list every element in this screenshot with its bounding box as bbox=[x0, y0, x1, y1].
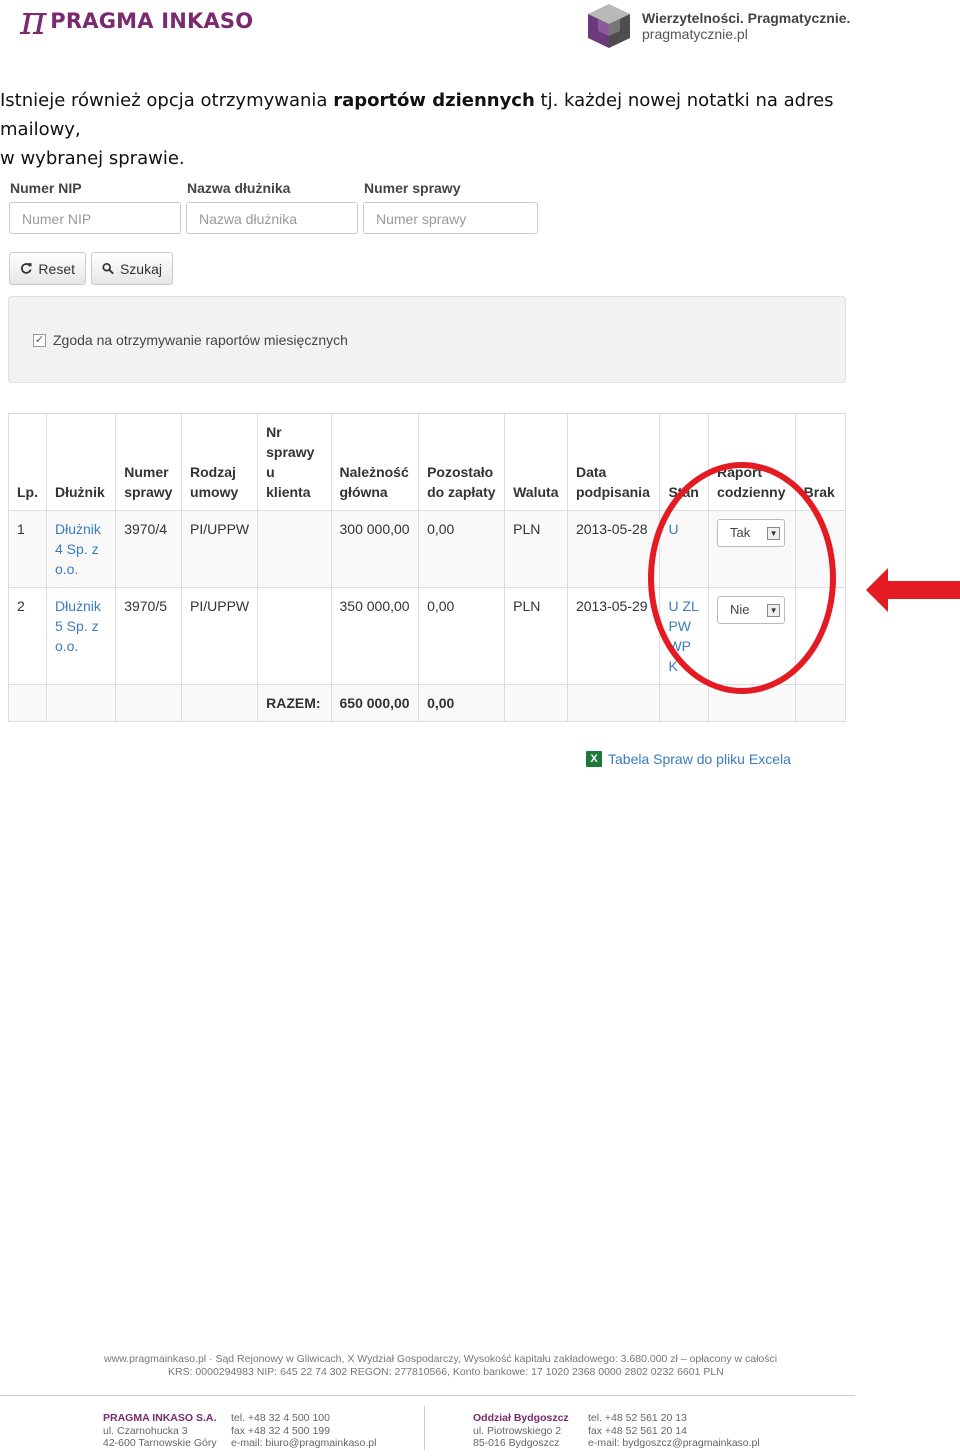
cell-contract-type: PI/UPPW bbox=[181, 587, 259, 685]
col-debtor[interactable]: Dłużnik bbox=[45, 413, 117, 511]
hq-name: PRAGMA INKASO S.A. bbox=[103, 1412, 217, 1424]
debtor-label: Nazwa dłużnika bbox=[187, 180, 291, 196]
pragmatycznie-logo: Wierzytelności. Pragmatycznie. pragmatyc… bbox=[584, 2, 864, 50]
debtor-link[interactable]: Dłużnik 4 Sp. z o.o. bbox=[55, 521, 101, 577]
footer-branch-address: Oddział Bydgoszcz ul. Piotrowskiego 2 85… bbox=[473, 1412, 569, 1450]
branch-email: e-mail: bydgoszcz@pragmainkaso.pl bbox=[588, 1437, 760, 1449]
arrow-left-icon bbox=[866, 568, 960, 612]
pi-logo-icon: π bbox=[20, 0, 47, 44]
cell-signed-date: 2013-05-29 bbox=[566, 587, 661, 685]
cell-client-case-number bbox=[257, 587, 332, 685]
report-settings-panel: ✓ Zgoda na otrzymywanie raportów miesięc… bbox=[8, 296, 846, 383]
monthly-report-label: Zgoda na otrzymywanie raportów miesięczn… bbox=[53, 332, 348, 348]
intro-text-bold: raportów dziennych bbox=[333, 90, 535, 111]
cell-contract-type: PI/UPPW bbox=[181, 510, 259, 588]
footer-legal-line1: www.pragmainkaso.pl · Sąd Rejonowy w Gli… bbox=[104, 1353, 778, 1365]
col-client-case-number[interactable]: Nr sprawy u klienta bbox=[257, 413, 332, 511]
search-button[interactable]: Szukaj bbox=[91, 252, 173, 285]
debtor-name-input[interactable]: Nazwa dłużnika bbox=[186, 202, 358, 234]
col-contract-type[interactable]: Rodzaj umowy bbox=[181, 413, 259, 511]
col-case-number[interactable]: Numer sprawy bbox=[115, 413, 183, 511]
branch-tel: tel. +48 52 561 20 13 bbox=[588, 1412, 687, 1424]
case-number-label: Numer sprawy bbox=[364, 180, 461, 196]
cell-case-number: 3970/5 bbox=[115, 587, 183, 685]
total-principal: 650 000,00 bbox=[330, 684, 420, 722]
hq-fax: fax +48 32 4 500 199 bbox=[231, 1424, 330, 1437]
cube-logo-icon bbox=[588, 4, 630, 48]
cell-debtor: Dłużnik 5 Sp. z o.o. bbox=[45, 587, 117, 685]
col-currency[interactable]: Waluta bbox=[504, 413, 568, 511]
nip-label: Numer NIP bbox=[10, 180, 82, 196]
footer-legal-line2: KRS: 0000294983 NIP: 645 22 74 302 REGON… bbox=[168, 1366, 724, 1378]
excel-icon: X bbox=[586, 751, 602, 767]
hq-tel: tel. +48 32 4 500 100 bbox=[231, 1412, 330, 1424]
cell-lp: 1 bbox=[8, 510, 47, 588]
branch-city: 85-016 Bydgoszcz bbox=[473, 1437, 560, 1449]
cell-currency: PLN bbox=[504, 587, 568, 685]
col-lp[interactable]: Lp. bbox=[8, 413, 47, 511]
footer-column-divider bbox=[424, 1406, 425, 1450]
case-number-input[interactable]: Numer sprawy bbox=[363, 202, 538, 234]
hq-city: 42-600 Tarnowskie Góry bbox=[103, 1437, 217, 1449]
hq-street: ul. Czarnohucka 3 bbox=[103, 1424, 188, 1437]
footer-divider bbox=[0, 1395, 855, 1396]
logo-url: pragmatycznie.pl bbox=[642, 26, 748, 42]
col-remaining[interactable]: Pozostało do zapłaty bbox=[418, 413, 506, 511]
search-label: Szukaj bbox=[119, 260, 162, 277]
footer-hq-address: PRAGMA INKASO S.A. ul. Czarnohucka 3 42-… bbox=[103, 1412, 217, 1450]
cell-currency: PLN bbox=[504, 510, 568, 588]
nip-input[interactable]: Numer NIP bbox=[9, 202, 181, 234]
cell-signed-date: 2013-05-28 bbox=[566, 510, 661, 588]
search-icon bbox=[102, 262, 114, 275]
pragma-inkaso-logo: π PRAGMA INKASO bbox=[20, 0, 254, 44]
footer-branch-contact: tel. +48 52 561 20 13 fax +48 52 561 20 … bbox=[588, 1412, 760, 1450]
refresh-icon bbox=[21, 263, 32, 274]
total-label: RAZEM: bbox=[257, 684, 332, 722]
hq-email: e-mail: biuro@pragmainkaso.pl bbox=[231, 1437, 377, 1449]
logo-tagline: Wierzytelności. Pragmatycznie. bbox=[642, 10, 851, 26]
monthly-report-checkbox[interactable]: ✓ bbox=[33, 334, 46, 347]
reset-label: Reset bbox=[38, 260, 75, 277]
intro-paragraph: Istnieje również opcja otrzymywania rapo… bbox=[0, 86, 900, 173]
branch-fax: fax +48 52 561 20 14 bbox=[588, 1424, 687, 1437]
reset-button[interactable]: Reset bbox=[9, 252, 86, 285]
cell-remaining: 0,00 bbox=[418, 587, 506, 685]
highlight-circle bbox=[648, 462, 836, 694]
branch-name: Oddział Bydgoszcz bbox=[473, 1412, 569, 1424]
cell-client-case-number bbox=[257, 510, 332, 588]
excel-export-link[interactable]: X Tabela Spraw do pliku Excela bbox=[586, 751, 791, 767]
debtor-link[interactable]: Dłużnik 5 Sp. z o.o. bbox=[55, 598, 101, 654]
cell-remaining: 0,00 bbox=[418, 510, 506, 588]
cell-principal: 300 000,00 bbox=[330, 510, 420, 588]
intro-text-line2: w wybranej sprawie. bbox=[0, 148, 185, 169]
logo-text: PRAGMA INKASO bbox=[50, 9, 254, 33]
col-principal[interactable]: Należność główna bbox=[330, 413, 420, 511]
col-signed-date[interactable]: Data podpisania bbox=[566, 413, 661, 511]
cell-lp: 2 bbox=[8, 587, 47, 685]
cell-debtor: Dłużnik 4 Sp. z o.o. bbox=[45, 510, 117, 588]
branch-street: ul. Piotrowskiego 2 bbox=[473, 1424, 562, 1437]
cell-principal: 350 000,00 bbox=[330, 587, 420, 685]
excel-export-label: Tabela Spraw do pliku Excela bbox=[608, 751, 791, 767]
cell-case-number: 3970/4 bbox=[115, 510, 183, 588]
total-remaining: 0,00 bbox=[418, 684, 506, 722]
intro-text-start: Istnieje również opcja otrzymywania bbox=[0, 90, 334, 111]
footer-hq-contact: tel. +48 32 4 500 100 fax +48 32 4 500 1… bbox=[231, 1412, 376, 1450]
